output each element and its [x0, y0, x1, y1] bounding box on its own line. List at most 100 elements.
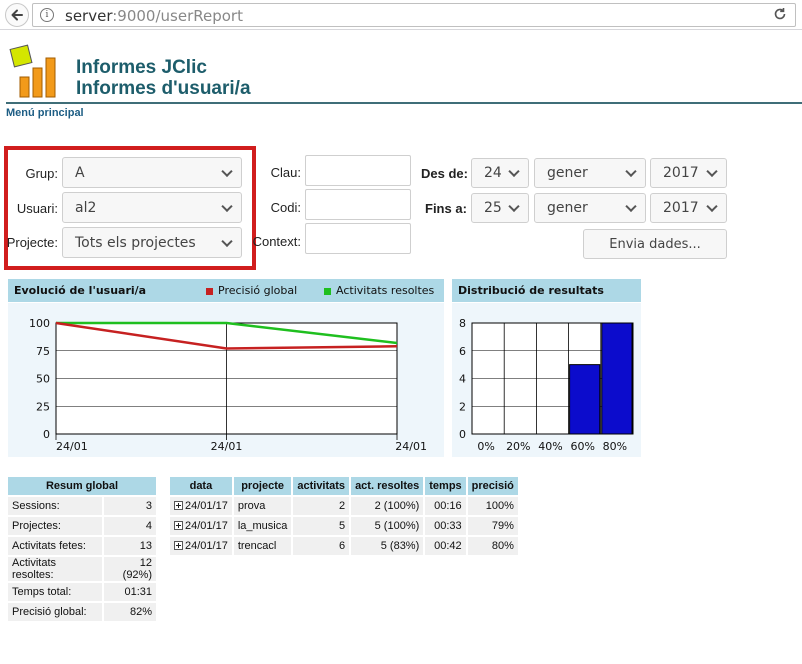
- chevron-down-icon: [625, 165, 637, 178]
- y-tick-label: 25: [36, 400, 50, 413]
- y-tick-label: 8: [459, 317, 466, 330]
- to-day-select[interactable]: 25: [471, 193, 529, 223]
- from-year-select[interactable]: 2017: [650, 158, 727, 188]
- y-tick-label: 50: [36, 373, 50, 386]
- legend-item-global: Precisió global: [206, 284, 297, 297]
- sessions-table: data projecte activitats act. resoltes temps…: [168, 475, 520, 557]
- session-row: 24/01/17 la_musica 5 5 (100%) 00:33 79%: [170, 517, 518, 535]
- info-icon[interactable]: i: [40, 8, 54, 22]
- x-tick-label: 80%: [603, 440, 627, 453]
- chevron-down-icon: [508, 165, 520, 178]
- summary-row: Projectes: 4: [8, 517, 156, 535]
- submit-button[interactable]: Envia dades...: [583, 229, 727, 259]
- header-divider: [6, 102, 802, 104]
- expand-plus-icon[interactable]: [174, 501, 183, 510]
- summary-value: 01:31: [104, 583, 156, 601]
- to-year-select[interactable]: 2017: [650, 193, 727, 223]
- column-header: activitats: [293, 477, 350, 495]
- legend-swatch-solved: [324, 287, 331, 295]
- key-input[interactable]: [305, 155, 411, 186]
- summary-table: Resum global Sessions: 3 Projectes: 4 Activi…: [6, 475, 158, 623]
- x-tick-label: 60%: [570, 440, 594, 453]
- session-cell-data: 24/01/17: [170, 517, 232, 535]
- url-text: server:9000/userReport: [65, 7, 243, 25]
- main-menu-link[interactable]: Menú principal: [6, 107, 84, 119]
- summary-row: Precisió global: 82%: [8, 603, 156, 621]
- session-cell-temps: 00:33: [425, 517, 466, 535]
- x-tick-label: 24/01: [56, 440, 88, 453]
- distribution-bar-chart: 024680% 20% 40% 60% 80%: [459, 317, 634, 453]
- session-row: 24/01/17 prova 2 2 (100%) 00:16 100%: [170, 497, 518, 515]
- x-tick-label: 40%: [538, 440, 562, 453]
- summary-value: 82%: [104, 603, 156, 621]
- session-cell-resoltes: 5 (100%): [351, 517, 424, 535]
- from-day-select[interactable]: 24: [471, 158, 529, 188]
- summary-value: 3: [104, 497, 156, 515]
- session-cell-data: 24/01/17: [170, 497, 232, 515]
- group-select-value: A: [75, 164, 85, 181]
- session-cell-resoltes: 5 (83%): [351, 537, 424, 555]
- user-select[interactable]: al2: [62, 192, 242, 223]
- session-cell-temps: 00:16: [425, 497, 466, 515]
- to-year-value: 2017: [663, 200, 699, 216]
- session-date: 24/01/17: [185, 500, 228, 512]
- bar: [569, 364, 601, 435]
- to-month-select[interactable]: gener: [534, 193, 646, 223]
- project-select[interactable]: Tots els projectes: [62, 227, 242, 258]
- chevron-down-icon: [706, 200, 718, 213]
- summary-row: Activitats fetes: 13: [8, 537, 156, 555]
- y-tick-label: 0: [459, 428, 466, 441]
- back-arrow-icon: [11, 9, 23, 21]
- from-day-value: 24: [484, 165, 502, 181]
- session-cell-temps: 00:42: [425, 537, 466, 555]
- reload-icon[interactable]: [773, 7, 787, 25]
- legend-label-solved: Activitats resoltes: [336, 284, 435, 297]
- browser-toolbar: i server:9000/userReport: [0, 0, 802, 30]
- session-cell-activitats: 2: [293, 497, 350, 515]
- chevron-down-icon: [221, 235, 233, 247]
- page-subtitle: Informes d'usuari/a: [76, 78, 251, 99]
- column-header: temps: [425, 477, 466, 495]
- expand-plus-icon[interactable]: [174, 541, 183, 550]
- summary-row: Sessions: 3: [8, 497, 156, 515]
- summary-label: Projectes:: [8, 517, 103, 535]
- session-cell-data: 24/01/17: [170, 537, 232, 555]
- project-select-value: Tots els projectes: [75, 234, 196, 251]
- from-year-value: 2017: [663, 165, 699, 181]
- distribution-chart-title: Distribució de resultats: [452, 279, 641, 302]
- session-cell-activitats: 5: [293, 517, 350, 535]
- summary-header: Resum global: [8, 477, 156, 495]
- summary-label: Sessions:: [8, 497, 103, 515]
- summary-value: 13: [104, 537, 156, 555]
- session-cell-resoltes: 2 (100%): [351, 497, 424, 515]
- code-input[interactable]: [305, 189, 411, 220]
- back-button[interactable]: [5, 3, 29, 27]
- y-tick-label: 75: [36, 345, 50, 358]
- from-month-value: gener: [547, 165, 588, 181]
- y-tick-label: 0: [43, 428, 50, 441]
- summary-label: Precisió global:: [8, 603, 103, 621]
- expand-plus-icon[interactable]: [174, 521, 183, 530]
- address-bar[interactable]: i server:9000/userReport: [32, 3, 796, 27]
- session-date: 24/01/17: [185, 540, 228, 552]
- legend-swatch-global: [206, 287, 213, 295]
- to-label: Fins a:: [425, 201, 467, 216]
- summary-row: Temps total: 01:31: [8, 583, 156, 601]
- group-select[interactable]: A: [62, 157, 242, 188]
- evolution-line-chart: 0 25 50 75 100 24/01 24/01 24/01: [29, 317, 427, 453]
- group-label: Grup:: [25, 166, 58, 181]
- legend-label-global: Precisió global: [218, 284, 298, 297]
- chevron-down-icon: [508, 200, 520, 213]
- distribution-chart-title-text: Distribució de resultats: [458, 284, 604, 297]
- url-path: :9000/userReport: [112, 7, 243, 25]
- from-month-select[interactable]: gener: [534, 158, 646, 188]
- context-input[interactable]: [305, 223, 411, 254]
- jclic-logo-icon: [9, 44, 56, 98]
- page-title: Informes JClic: [76, 57, 207, 78]
- summary-value: 4: [104, 517, 156, 535]
- code-label: Codi:: [270, 200, 301, 215]
- chevron-down-icon: [625, 200, 637, 213]
- column-header: projecte: [233, 477, 292, 495]
- user-label: Usuari:: [16, 201, 58, 216]
- to-day-value: 25: [484, 200, 502, 216]
